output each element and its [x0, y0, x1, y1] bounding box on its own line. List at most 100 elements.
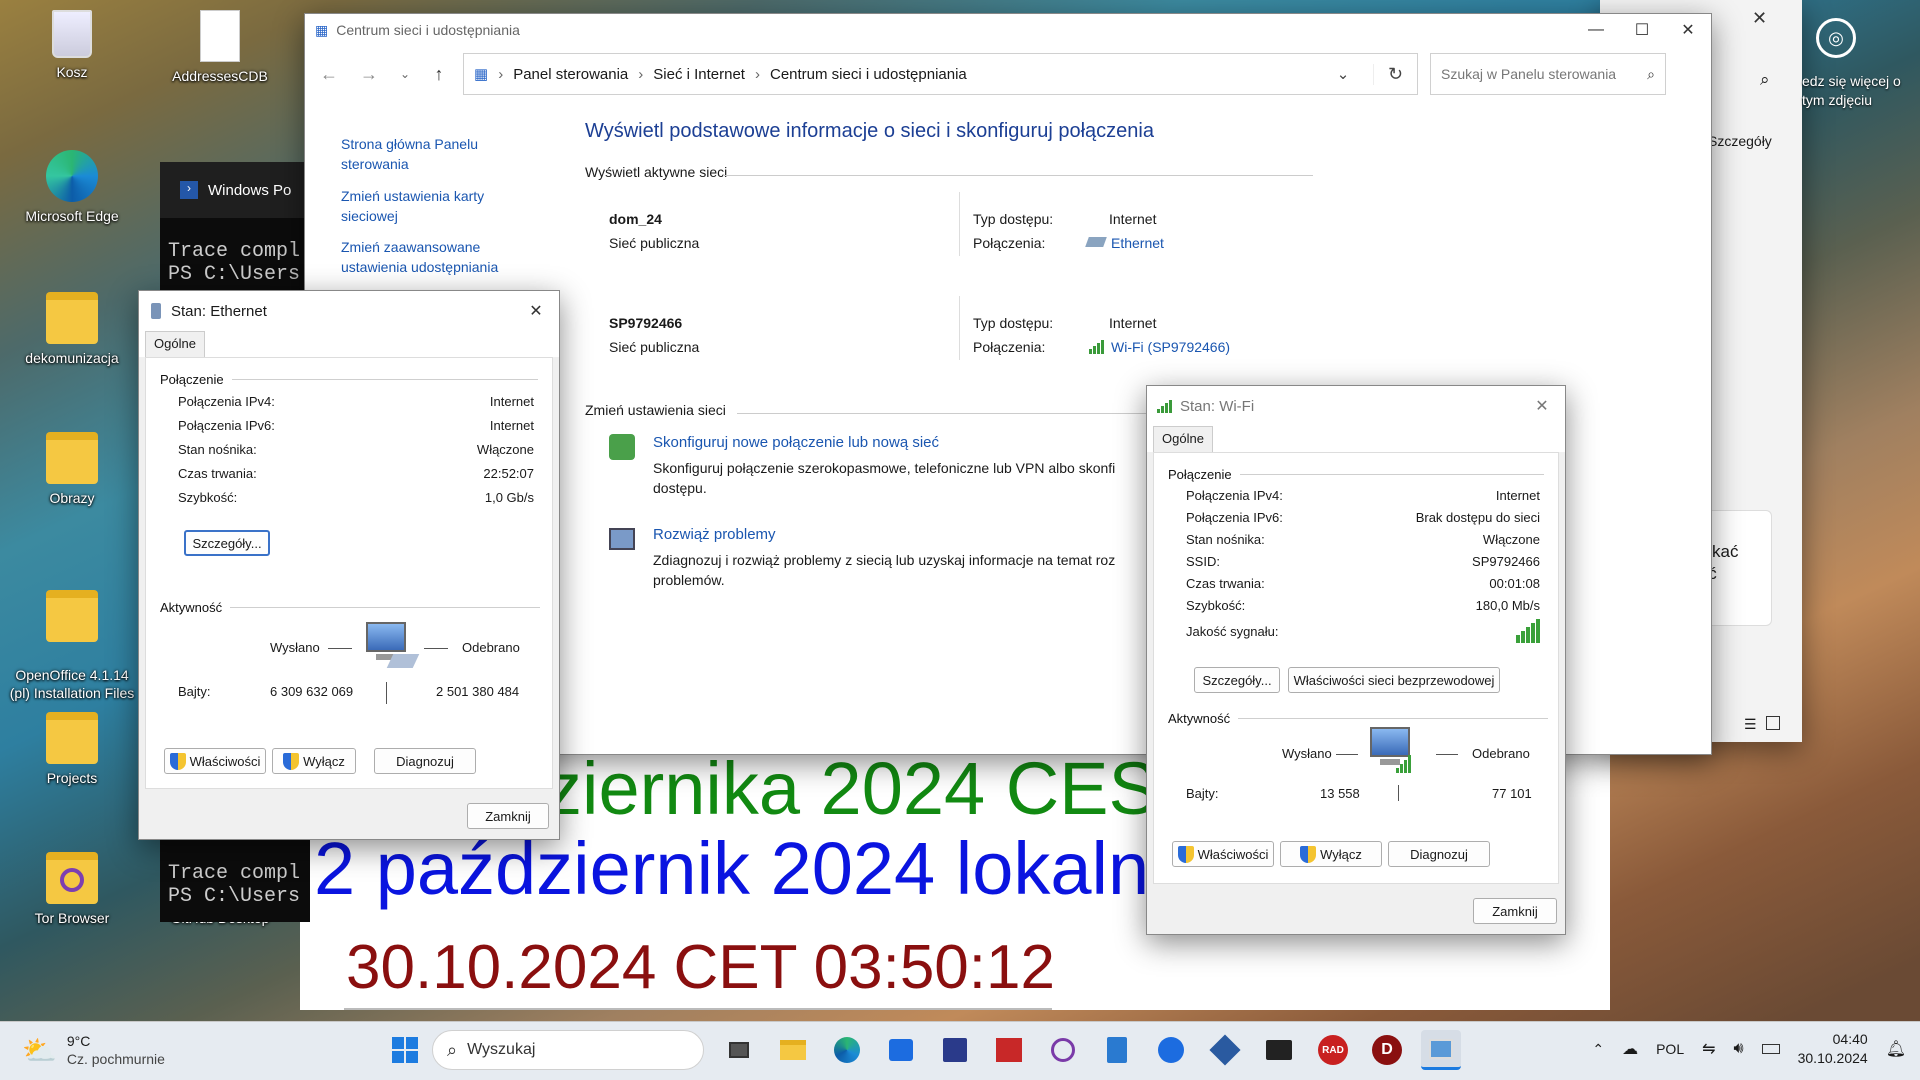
dialog-title-bar[interactable]: Stan: Wi-Fi ✕ [1147, 386, 1565, 426]
battery-icon[interactable] [1761, 1044, 1780, 1054]
close-button[interactable]: ✕ [1519, 386, 1565, 426]
close-dialog-button[interactable]: Zamknij [467, 803, 549, 829]
desktop-icon-obrazy[interactable]: Obrazy [24, 432, 120, 506]
up-arrow-icon[interactable]: ↑ [427, 64, 451, 85]
wifi-signal-icon [1157, 399, 1172, 413]
address-bar[interactable]: ▦ › Panel sterowania › Sieć i Internet ›… [463, 53, 1418, 95]
access-label: Typ dostępu: [973, 211, 1054, 227]
sidebar-link-home[interactable]: Strona główna Panelu sterowania [341, 134, 521, 174]
forward-arrow-icon[interactable]: → [355, 64, 383, 85]
details-button[interactable]: Szczegóły... [184, 530, 270, 556]
blue-circle-app-icon[interactable] [1151, 1030, 1191, 1070]
close-icon[interactable]: ✕ [1752, 8, 1767, 29]
connection-group-title: Połączenie [160, 372, 538, 387]
disable-button[interactable]: Wyłącz [272, 748, 356, 774]
breadcrumb-item[interactable]: Centrum sieci i udostępniania [770, 66, 967, 83]
minimize-button[interactable]: — [1573, 14, 1619, 46]
file-explorer-icon[interactable] [773, 1030, 813, 1070]
tab-general[interactable]: Ogólne [1153, 426, 1213, 452]
uac-shield-icon [1177, 845, 1194, 863]
taskbar: ⛅ 9°C Cz. pochmurnie ⌕ Wyszukaj RAD D ⌃ [0, 1021, 1920, 1080]
terminal-icon[interactable] [1259, 1030, 1299, 1070]
view-tiles-icon[interactable] [1766, 716, 1780, 730]
spotlight-text[interactable]: edz się więcej o tym zdjęciu [1802, 72, 1901, 110]
search-box[interactable]: Szukaj w Panelu sterowania ⌕ [1430, 53, 1666, 95]
maximize-button[interactable]: ☐ [1619, 14, 1665, 46]
refresh-icon[interactable]: ↻ [1373, 63, 1417, 85]
details-label[interactable]: Szczegóły [1708, 133, 1772, 149]
folder-icon [46, 432, 98, 484]
spotlight-icon[interactable]: ◎ [1816, 18, 1856, 58]
diagnose-button[interactable]: Diagnozuj [374, 748, 476, 774]
notification-bell-icon[interactable]: 🔔︎ [1886, 1039, 1906, 1059]
desktop-icon-projects[interactable]: Projects [24, 712, 120, 786]
properties-button[interactable]: Właściwości [164, 748, 266, 774]
task-description: Zdiagnozuj i rozwiąż problemy z siecią l… [653, 552, 1116, 568]
task-view-icon[interactable] [719, 1030, 759, 1070]
view-list-icon[interactable]: ☰ [1744, 716, 1757, 733]
notepad-icon[interactable] [1097, 1030, 1137, 1070]
rad-studio-icon[interactable]: RAD [1313, 1030, 1353, 1070]
save-disk-icon[interactable] [935, 1030, 975, 1070]
chevron-up-icon[interactable]: ⌃ [1592, 1041, 1604, 1058]
overlay-green-text: ziernika 2024 CEST [545, 747, 1204, 830]
edge-icon[interactable] [827, 1030, 867, 1070]
sidebar-link-adapter[interactable]: Zmień ustawienia karty sieciowej [341, 186, 521, 226]
start-windows-icon[interactable] [385, 1030, 425, 1070]
details-button[interactable]: Szczegóły... [1194, 667, 1280, 693]
close-dialog-button[interactable]: Zamknij [1473, 898, 1557, 924]
d-app-icon[interactable]: D [1367, 1030, 1407, 1070]
taskbar-search[interactable]: ⌕ Wyszukaj [432, 1030, 704, 1070]
folder-icon [46, 292, 98, 344]
connection-group-title: Połączenie [1168, 467, 1544, 482]
tab-general[interactable]: Ogólne [145, 331, 205, 357]
close-button[interactable]: ✕ [1665, 14, 1711, 46]
search-icon[interactable]: ⌕ [1760, 70, 1770, 90]
task-link-troubleshoot[interactable]: Rozwiąż problemy [653, 526, 776, 543]
connection-link-ethernet[interactable]: Ethernet [1111, 235, 1164, 251]
desktop-icon-dekomunizacja[interactable]: dekomunizacja [24, 292, 120, 366]
close-button[interactable]: ✕ [513, 291, 559, 331]
desktop-icon-tor-browser[interactable]: Tor Browser [24, 852, 120, 926]
info-row: Szybkość: 1,0 Gb/s [178, 489, 534, 505]
recent-dropdown-icon[interactable]: ⌄ [395, 67, 415, 81]
desktop-icon-recycle-bin[interactable]: Kosz [24, 10, 120, 80]
breadcrumb-item[interactable]: Panel sterowania [513, 66, 628, 83]
network-icon[interactable]: ⇋ [1702, 1039, 1715, 1059]
properties-button[interactable]: Właściwości [1172, 841, 1274, 867]
control-panel-taskbar-icon[interactable] [1421, 1030, 1461, 1070]
dialog-title-bar[interactable]: Stan: Ethernet ✕ [139, 291, 559, 331]
powershell-titlebar[interactable]: › Windows Po [160, 162, 310, 218]
title-bar[interactable]: ▦ Centrum sieci i udostępniania — ☐ ✕ [305, 14, 1711, 46]
back-arrow-icon[interactable]: ← [315, 64, 343, 85]
task-link-new-connection[interactable]: Skonfiguruj nowe połączenie lub nową sie… [653, 434, 939, 451]
desktop-icon-addresses[interactable]: AddressesCDB [172, 10, 268, 84]
network-type[interactable]: Sieć publiczna [609, 339, 699, 355]
connection-label: Połączenia: [973, 339, 1046, 355]
address-dropdown-icon[interactable]: ⌄ [1323, 65, 1363, 83]
info-row: Czas trwania: 00:01:08 [1186, 575, 1540, 591]
diagnose-button[interactable]: Diagnozuj [1388, 841, 1490, 867]
volume-icon[interactable]: 🔊︎ [1734, 1040, 1744, 1058]
github-icon[interactable] [1043, 1030, 1083, 1070]
network-type[interactable]: Sieć publiczna [609, 235, 699, 251]
sidebar-link-sharing[interactable]: Zmień zaawansowane ustawienia udostępnia… [341, 237, 521, 277]
desktop-icon-label: OpenOffice 4.1.14 (pl) Installation File… [9, 667, 135, 701]
breadcrumb-item[interactable]: Sieć i Internet [653, 66, 745, 83]
wireless-properties-button[interactable]: Właściwości sieci bezprzewodowej [1288, 667, 1500, 693]
desktop-icon-openoffice[interactable]: OpenOffice 4.1.14 (pl) Installation File… [6, 572, 138, 720]
clock[interactable]: 04:40 30.10.2024 [1798, 1030, 1868, 1068]
virtualbox-icon[interactable] [1205, 1030, 1245, 1070]
store-icon[interactable] [881, 1030, 921, 1070]
weather-widget[interactable]: ⛅ 9°C Cz. pochmurnie [22, 1032, 165, 1068]
disable-button[interactable]: Wyłącz [1280, 841, 1382, 867]
received-label: Odebrano [1472, 746, 1530, 761]
bytes-divider [1398, 785, 1399, 801]
language-indicator[interactable]: POL [1656, 1041, 1684, 1057]
network-center-icon: ▦ [315, 21, 329, 38]
cloud-icon[interactable]: ☁ [1622, 1039, 1638, 1059]
red-app-icon[interactable] [989, 1030, 1029, 1070]
desktop-icon-edge[interactable]: Microsoft Edge [24, 150, 120, 224]
overlay-red-text: 30.10.2024 CET 03:50:12 [346, 933, 1055, 1002]
connection-link-wifi[interactable]: Wi-Fi (SP9792466) [1111, 339, 1230, 355]
